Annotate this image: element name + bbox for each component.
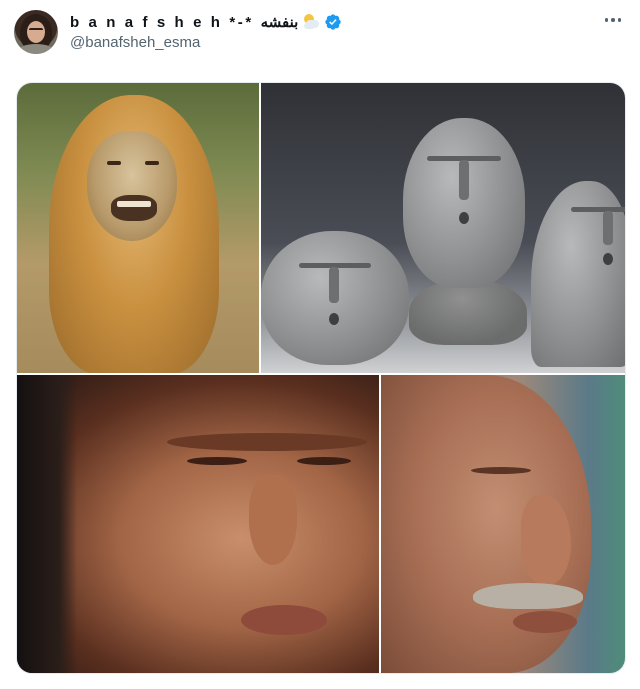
- stone-faces-image[interactable]: [261, 83, 625, 373]
- avatar[interactable]: [14, 10, 58, 54]
- display-name[interactable]: b a n a f s h e h *-* بنفشه: [70, 13, 298, 31]
- squinting-mustache-man-image[interactable]: [381, 375, 625, 673]
- squinting-man-image[interactable]: [17, 375, 379, 673]
- handle[interactable]: @banafsheh_esma: [70, 34, 200, 51]
- more-dots-icon[interactable]: [602, 12, 624, 28]
- media-grid: [16, 82, 626, 674]
- tweet: b a n a f s h e h *-* بنفشه @banafsheh_e…: [0, 0, 640, 689]
- verified-badge-icon: [325, 14, 341, 30]
- lion-grimace-image[interactable]: [17, 83, 259, 373]
- name-row: b a n a f s h e h *-* بنفشه: [70, 12, 342, 32]
- moon-cloud-emoji-icon: [302, 13, 320, 31]
